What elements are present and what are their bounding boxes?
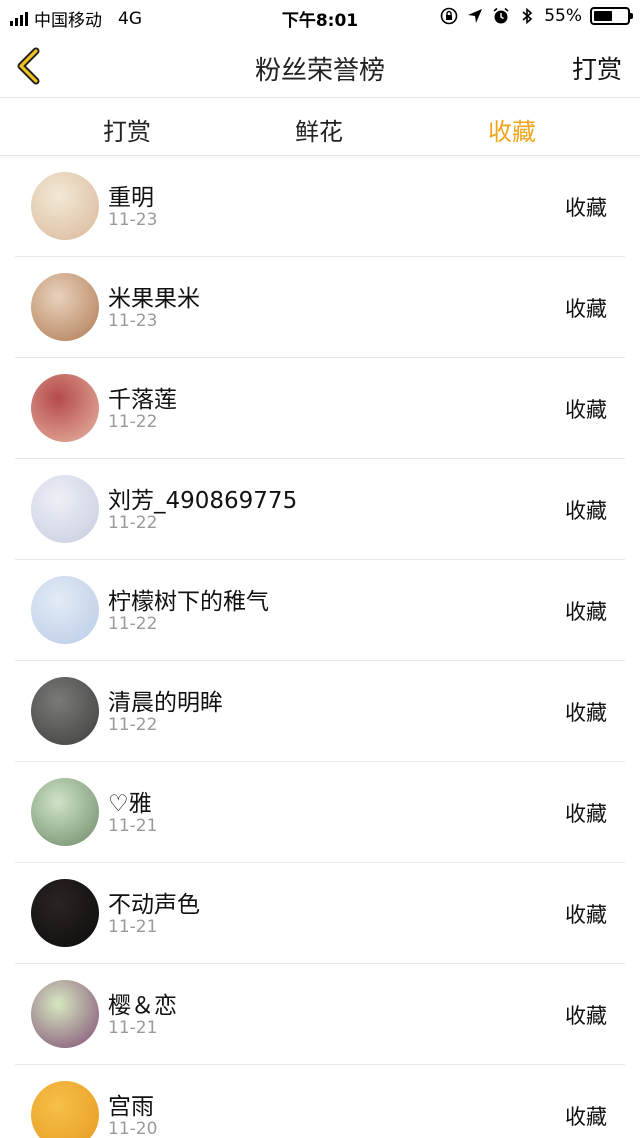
user-name: 清晨的明眸 [108,690,223,716]
avatar [31,677,99,745]
fan-list: 重明 11-23 收藏 米果果米 11-23 收藏 千落莲 11-22 收藏 刘… [0,156,640,1138]
avatar [31,475,99,543]
date-label: 11-21 [108,1018,158,1038]
avatar [31,980,99,1048]
action-label: 收藏 [565,499,607,523]
action-label: 收藏 [565,196,607,220]
list-item[interactable]: 宫雨 11-20 收藏 [0,1065,640,1138]
alarm-icon [493,7,509,24]
avatar [31,1081,99,1138]
date-label: 11-22 [108,513,158,533]
user-name: ♡雅 [108,791,152,817]
avatar [31,879,99,947]
bluetooth-icon [522,7,533,25]
list-item[interactable]: ♡雅 11-21 收藏 [0,762,640,863]
status-right: 55% [440,6,633,26]
avatar [31,576,99,644]
battery-percent: 55% [544,6,582,26]
list-item[interactable]: 刘芳_490869775 11-22 收藏 [0,459,640,560]
list-item[interactable]: 不动声色 11-21 收藏 [0,863,640,964]
user-name: 重明 [108,185,154,211]
battery-icon [590,7,633,25]
reward-button[interactable]: 打赏 [572,50,622,86]
avatar [31,374,99,442]
list-item[interactable]: 樱＆恋 11-21 收藏 [0,964,640,1065]
date-label: 11-22 [108,715,158,735]
user-name: 刘芳_490869775 [108,488,298,514]
date-label: 11-20 [108,1119,158,1138]
tab-favorites[interactable]: 收藏 [432,112,592,147]
action-label: 收藏 [565,600,607,624]
orientation-lock-icon [440,7,458,25]
status-bar: 中国移动 4G 下午8:01 55% [0,0,640,36]
nav-bar: 粉丝荣誉榜 打赏 [0,36,640,98]
action-label: 收藏 [565,802,607,826]
user-name: 米果果米 [108,286,200,312]
user-name: 宫雨 [108,1094,154,1120]
list-item[interactable]: 重明 11-23 收藏 [0,156,640,257]
tab-flowers[interactable]: 鲜花 [239,112,399,147]
tab-reward[interactable]: 打赏 [47,112,207,147]
list-item[interactable]: 千落莲 11-22 收藏 [0,358,640,459]
action-label: 收藏 [565,398,607,422]
tab-bar: 打赏 鲜花 收藏 [0,99,640,156]
date-label: 11-22 [108,614,158,634]
date-label: 11-23 [108,210,158,230]
action-label: 收藏 [565,297,607,321]
user-name: 柠檬树下的稚气 [108,589,269,615]
list-item[interactable]: 清晨的明眸 11-22 收藏 [0,661,640,762]
avatar [31,172,99,240]
avatar [31,778,99,846]
page-title: 粉丝荣誉榜 [254,56,385,86]
action-label: 收藏 [565,903,607,927]
action-label: 收藏 [565,701,607,725]
date-label: 11-21 [108,816,158,836]
date-label: 11-23 [108,311,158,331]
user-name: 不动声色 [108,892,200,918]
date-label: 11-21 [108,917,158,937]
user-name: 千落莲 [108,387,177,413]
list-item[interactable]: 柠檬树下的稚气 11-22 收藏 [0,560,640,661]
action-label: 收藏 [565,1105,607,1129]
action-label: 收藏 [565,1004,607,1028]
avatar [31,273,99,341]
location-icon [468,9,483,23]
list-item[interactable]: 米果果米 11-23 收藏 [0,257,640,358]
user-name: 樱＆恋 [108,993,177,1019]
date-label: 11-22 [108,412,158,432]
